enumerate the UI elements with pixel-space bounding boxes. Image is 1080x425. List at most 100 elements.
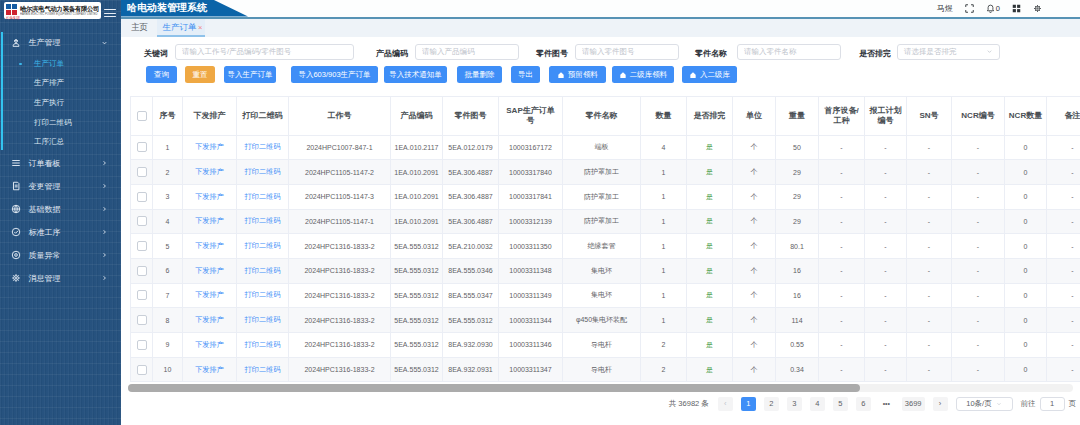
sidebar-group-订单看板[interactable]: 订单看板 [0,152,121,175]
sidebar-item-打印二维码[interactable]: 打印二维码 [0,113,121,133]
tab-production-order[interactable]: 生产订单 [163,19,197,36]
dispatch-link[interactable]: 下发排产 [195,142,224,151]
print-qr-link[interactable]: 打印二维码 [245,142,281,151]
sidebar-group-消息管理[interactable]: 消息管理 [0,267,121,290]
row-checkbox[interactable] [137,192,147,202]
sidebar-group-变更管理[interactable]: 变更管理 [0,175,121,198]
button-二级库领料[interactable]: 二级库领料 [612,66,674,83]
filter-input-零件图号[interactable] [575,44,679,60]
button-批量删除[interactable]: 批量删除 [457,66,502,83]
column-header-数量: 数量 [641,97,687,136]
page-button-2[interactable]: 2 [764,397,779,411]
print-qr-link[interactable]: 打印二维码 [245,340,281,349]
previous-page-button[interactable]: ‹ [718,397,733,411]
print-qr-link[interactable]: 打印二维码 [245,266,281,275]
button-label: 导入603/903生产订单 [298,70,370,80]
dispatch-link[interactable]: 下发排产 [195,241,224,250]
filter-input-零件名称[interactable] [737,44,841,60]
sidebar-item-生产执行[interactable]: 生产执行 [0,93,121,113]
notifications[interactable]: 0 [986,4,1000,13]
sidebar-group-标准工序[interactable]: 标准工序 [0,221,121,244]
button-入二级库[interactable]: 入二级库 [682,66,737,83]
print-qr-link[interactable]: 打印二维码 [245,167,281,176]
cell-equip: - [819,258,865,283]
sidebar-collapse-icon[interactable] [104,7,116,16]
sidebar-item-生产排产[interactable]: 生产排产 [0,74,121,94]
page-button-6[interactable]: 6 [856,397,871,411]
cell-seq: 2 [153,160,183,185]
tab-home[interactable]: 主页 [131,19,148,36]
cell-part_no: 5EA.306.4887 [443,184,499,209]
goto-page-input[interactable] [1040,397,1065,411]
dispatch-link[interactable]: 下发排产 [195,365,224,374]
dispatch-link[interactable]: 下发排产 [195,167,224,176]
grid-icon[interactable] [1012,4,1021,13]
fullscreen-icon[interactable] [965,4,974,13]
sidebar-group-基础数据[interactable]: 基础数据 [0,198,121,221]
sidebar-item-工序汇总[interactable]: 工序汇总 [0,132,121,152]
dispatch-link[interactable]: 下发排产 [195,216,224,225]
row-checkbox[interactable] [137,216,147,226]
row-checkbox[interactable] [137,167,147,177]
page-button-1[interactable]: 1 [741,397,756,411]
dispatch-link[interactable]: 下发排产 [195,315,224,324]
print-qr-link[interactable]: 打印二维码 [245,365,281,374]
button-导入生产订单[interactable]: 导入生产订单 [224,66,276,83]
horizontal-scrollbar-thumb[interactable] [128,384,860,392]
row-checkbox[interactable] [137,142,147,152]
button-预留领料[interactable]: 预留领料 [549,66,606,83]
page-button-4[interactable]: 4 [810,397,825,411]
row-checkbox[interactable] [137,315,147,325]
row-checkbox[interactable] [137,241,147,251]
cell-ncr_qty: 0 [1005,333,1047,358]
select-all-checkbox[interactable] [137,111,147,121]
page-button-3[interactable]: 3 [787,397,802,411]
dispatch-link[interactable]: 下发排产 [195,266,224,275]
table-row: 8下发排产打印二维码2024HPC1316-1833-25EA.555.0312… [131,308,1080,333]
button-导入603/903生产订单[interactable]: 导入603/903生产订单 [291,66,378,83]
dispatch-link[interactable]: 下发排产 [195,340,224,349]
row-checkbox[interactable] [137,266,147,276]
row-checkbox[interactable] [137,365,147,375]
pagination-total: 共 36982 条 [669,399,709,409]
print-qr-link[interactable]: 打印二维码 [245,315,281,324]
button-label: 导入生产订单 [228,70,273,80]
page-size-select[interactable]: 10条/页 [956,397,1013,411]
cell-scheduled: 是 [687,283,733,308]
cell-sap_no: 10003311344 [499,308,563,333]
horizontal-scrollbar-track[interactable] [128,384,1073,392]
sidebar-group-质量异常[interactable]: 质量异常 [0,244,121,267]
print-qr-link[interactable]: 打印二维码 [245,216,281,225]
next-page-button[interactable]: › [933,397,948,411]
filter-input-关键词[interactable] [175,44,354,60]
cell-sap_no: 10003312139 [499,209,563,234]
cell-work_no: 2024HPC1105-1147-2 [289,160,391,185]
row-checkbox[interactable] [137,340,147,350]
cell-unit: 个 [733,308,776,333]
row-checkbox[interactable] [137,290,147,300]
print-qr-link[interactable]: 打印二维码 [245,290,281,299]
notification-count: 0 [996,4,1000,13]
cell-product_code: 1EA.010.2091 [391,209,443,234]
cell-work_no: 2024HPC1316-1833-2 [289,333,391,358]
cell-weight: 50 [776,135,819,160]
tab-close-icon[interactable]: × [198,19,202,36]
sidebar-group-生产管理[interactable]: 生产管理 [0,31,121,54]
button-查询[interactable]: 查询 [146,66,177,83]
button-导出[interactable]: 导出 [511,66,540,83]
dispatch-link[interactable]: 下发排产 [195,290,224,299]
filter-input-产品编码[interactable] [415,44,519,60]
button-重置[interactable]: 重置 [185,66,215,83]
page-button-5[interactable]: 5 [833,397,848,411]
sidebar-item-生产订单[interactable]: 生产订单 [0,54,121,74]
dispatch-link[interactable]: 下发排产 [195,192,224,201]
print-qr-link[interactable]: 打印二维码 [245,192,281,201]
cell-cbx [131,184,153,209]
gear-icon[interactable] [1033,4,1042,13]
scheduled-flag: 是 [706,168,713,175]
page-button-3699[interactable]: 3699 [902,397,925,411]
button-导入技术通知单[interactable]: 导入技术通知单 [384,66,447,83]
filter-select-是否排完[interactable]: 请选择是否排完 [897,44,1000,60]
print-qr-link[interactable]: 打印二维码 [245,241,281,250]
user-name[interactable]: 马煜 [937,3,953,14]
